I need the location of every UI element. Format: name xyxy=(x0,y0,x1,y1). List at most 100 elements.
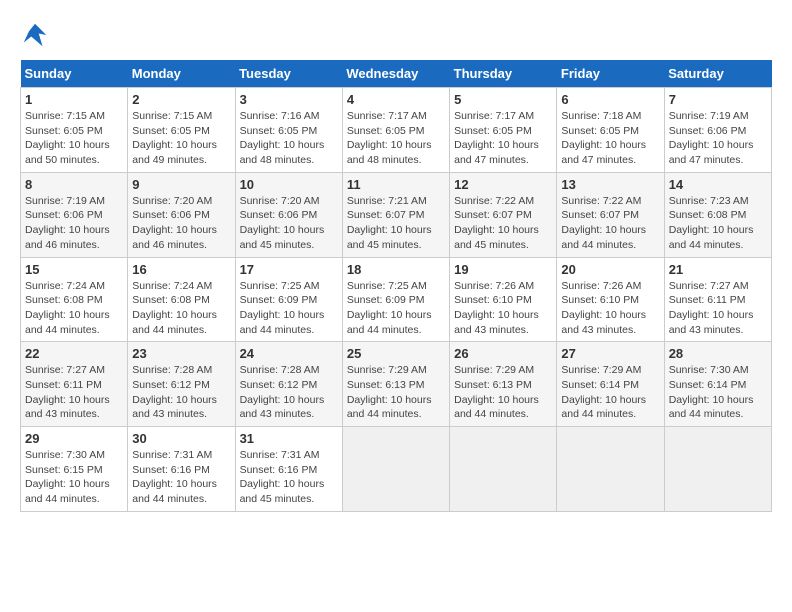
calendar-cell: 11 Sunrise: 7:21 AM Sunset: 6:07 PM Dayli… xyxy=(342,172,449,257)
column-header-friday: Friday xyxy=(557,60,664,88)
day-info: Sunrise: 7:19 AM Sunset: 6:06 PM Dayligh… xyxy=(25,194,123,253)
calendar-cell: 3 Sunrise: 7:16 AM Sunset: 6:05 PM Daylig… xyxy=(235,88,342,173)
day-info: Sunrise: 7:24 AM Sunset: 6:08 PM Dayligh… xyxy=(25,279,123,338)
calendar-cell: 23 Sunrise: 7:28 AM Sunset: 6:12 PM Dayli… xyxy=(128,342,235,427)
day-number: 4 xyxy=(347,92,445,107)
day-info: Sunrise: 7:25 AM Sunset: 6:09 PM Dayligh… xyxy=(347,279,445,338)
day-info: Sunrise: 7:24 AM Sunset: 6:08 PM Dayligh… xyxy=(132,279,230,338)
day-number: 5 xyxy=(454,92,552,107)
day-number: 31 xyxy=(240,431,338,446)
calendar-week-3: 15 Sunrise: 7:24 AM Sunset: 6:08 PM Dayli… xyxy=(21,257,772,342)
calendar-week-2: 8 Sunrise: 7:19 AM Sunset: 6:06 PM Daylig… xyxy=(21,172,772,257)
calendar-week-1: 1 Sunrise: 7:15 AM Sunset: 6:05 PM Daylig… xyxy=(21,88,772,173)
day-info: Sunrise: 7:15 AM Sunset: 6:05 PM Dayligh… xyxy=(25,109,123,168)
logo xyxy=(20,20,54,50)
calendar-cell: 9 Sunrise: 7:20 AM Sunset: 6:06 PM Daylig… xyxy=(128,172,235,257)
calendar-cell: 17Sunrise: 7:25 AM Sunset: 6:09 PM Dayli… xyxy=(235,257,342,342)
column-header-saturday: Saturday xyxy=(664,60,771,88)
day-info: Sunrise: 7:29 AM Sunset: 6:14 PM Dayligh… xyxy=(561,363,659,422)
day-number: 29 xyxy=(25,431,123,446)
day-number: 12 xyxy=(454,177,552,192)
calendar-cell: 28 Sunrise: 7:30 AM Sunset: 6:14 PM Dayli… xyxy=(664,342,771,427)
calendar-cell: 26Sunrise: 7:29 AM Sunset: 6:13 PM Dayli… xyxy=(450,342,557,427)
calendar-cell xyxy=(342,427,449,512)
calendar-cell: 16 Sunrise: 7:24 AM Sunset: 6:08 PM Dayli… xyxy=(128,257,235,342)
day-info: Sunrise: 7:17 AM Sunset: 6:05 PM Dayligh… xyxy=(454,109,552,168)
calendar-cell xyxy=(450,427,557,512)
day-number: 18 xyxy=(347,262,445,277)
day-info: Sunrise: 7:18 AM Sunset: 6:05 PM Dayligh… xyxy=(561,109,659,168)
day-info: Sunrise: 7:20 AM Sunset: 6:06 PM Dayligh… xyxy=(240,194,338,253)
day-number: 9 xyxy=(132,177,230,192)
day-number: 7 xyxy=(669,92,767,107)
calendar-cell: 5 Sunrise: 7:17 AM Sunset: 6:05 PM Daylig… xyxy=(450,88,557,173)
day-info: Sunrise: 7:29 AM Sunset: 6:13 PM Dayligh… xyxy=(454,363,552,422)
calendar-cell: 8 Sunrise: 7:19 AM Sunset: 6:06 PM Daylig… xyxy=(21,172,128,257)
calendar-cell: 30 Sunrise: 7:31 AM Sunset: 6:16 PM Dayli… xyxy=(128,427,235,512)
day-info: Sunrise: 7:17 AM Sunset: 6:05 PM Dayligh… xyxy=(347,109,445,168)
day-number: 23 xyxy=(132,346,230,361)
day-info: Sunrise: 7:30 AM Sunset: 6:15 PM Dayligh… xyxy=(25,448,123,507)
day-info: Sunrise: 7:28 AM Sunset: 6:12 PM Dayligh… xyxy=(132,363,230,422)
day-number: 1 xyxy=(25,92,123,107)
day-number: 13 xyxy=(561,177,659,192)
day-number: 30 xyxy=(132,431,230,446)
day-info: Sunrise: 7:15 AM Sunset: 6:05 PM Dayligh… xyxy=(132,109,230,168)
calendar-cell: 25 Sunrise: 7:29 AM Sunset: 6:13 PM Dayli… xyxy=(342,342,449,427)
calendar-table: SundayMondayTuesdayWednesdayThursdayFrid… xyxy=(20,60,772,512)
calendar-week-5: 29 Sunrise: 7:30 AM Sunset: 6:15 PM Dayli… xyxy=(21,427,772,512)
day-info: Sunrise: 7:29 AM Sunset: 6:13 PM Dayligh… xyxy=(347,363,445,422)
calendar-cell: 29 Sunrise: 7:30 AM Sunset: 6:15 PM Dayli… xyxy=(21,427,128,512)
calendar-cell: 31Sunrise: 7:31 AM Sunset: 6:16 PM Dayli… xyxy=(235,427,342,512)
day-number: 27 xyxy=(561,346,659,361)
day-number: 8 xyxy=(25,177,123,192)
calendar-cell: 6 Sunrise: 7:18 AM Sunset: 6:05 PM Daylig… xyxy=(557,88,664,173)
day-info: Sunrise: 7:21 AM Sunset: 6:07 PM Dayligh… xyxy=(347,194,445,253)
calendar-cell xyxy=(664,427,771,512)
day-info: Sunrise: 7:27 AM Sunset: 6:11 PM Dayligh… xyxy=(25,363,123,422)
day-number: 21 xyxy=(669,262,767,277)
column-header-tuesday: Tuesday xyxy=(235,60,342,88)
day-info: Sunrise: 7:19 AM Sunset: 6:06 PM Dayligh… xyxy=(669,109,767,168)
calendar-cell: 12Sunrise: 7:22 AM Sunset: 6:07 PM Dayli… xyxy=(450,172,557,257)
calendar-cell: 15 Sunrise: 7:24 AM Sunset: 6:08 PM Dayli… xyxy=(21,257,128,342)
day-number: 15 xyxy=(25,262,123,277)
calendar-cell: 14 Sunrise: 7:23 AM Sunset: 6:08 PM Dayli… xyxy=(664,172,771,257)
day-info: Sunrise: 7:26 AM Sunset: 6:10 PM Dayligh… xyxy=(454,279,552,338)
day-info: Sunrise: 7:26 AM Sunset: 6:10 PM Dayligh… xyxy=(561,279,659,338)
day-info: Sunrise: 7:16 AM Sunset: 6:05 PM Dayligh… xyxy=(240,109,338,168)
day-number: 17 xyxy=(240,262,338,277)
calendar-cell: 7 Sunrise: 7:19 AM Sunset: 6:06 PM Daylig… xyxy=(664,88,771,173)
day-number: 25 xyxy=(347,346,445,361)
day-number: 10 xyxy=(240,177,338,192)
day-number: 11 xyxy=(347,177,445,192)
day-info: Sunrise: 7:31 AM Sunset: 6:16 PM Dayligh… xyxy=(132,448,230,507)
day-number: 19 xyxy=(454,262,552,277)
calendar-cell: 27 Sunrise: 7:29 AM Sunset: 6:14 PM Dayli… xyxy=(557,342,664,427)
day-number: 14 xyxy=(669,177,767,192)
calendar-cell: 18 Sunrise: 7:25 AM Sunset: 6:09 PM Dayli… xyxy=(342,257,449,342)
day-number: 6 xyxy=(561,92,659,107)
day-info: Sunrise: 7:30 AM Sunset: 6:14 PM Dayligh… xyxy=(669,363,767,422)
day-info: Sunrise: 7:20 AM Sunset: 6:06 PM Dayligh… xyxy=(132,194,230,253)
calendar-cell: 2 Sunrise: 7:15 AM Sunset: 6:05 PM Daylig… xyxy=(128,88,235,173)
day-number: 22 xyxy=(25,346,123,361)
day-number: 2 xyxy=(132,92,230,107)
calendar-header-row: SundayMondayTuesdayWednesdayThursdayFrid… xyxy=(21,60,772,88)
calendar-week-4: 22 Sunrise: 7:27 AM Sunset: 6:11 PM Dayli… xyxy=(21,342,772,427)
day-info: Sunrise: 7:28 AM Sunset: 6:12 PM Dayligh… xyxy=(240,363,338,422)
calendar-cell: 24 Sunrise: 7:28 AM Sunset: 6:12 PM Dayli… xyxy=(235,342,342,427)
day-number: 16 xyxy=(132,262,230,277)
page-header xyxy=(20,20,772,50)
logo-icon xyxy=(20,20,50,50)
day-info: Sunrise: 7:23 AM Sunset: 6:08 PM Dayligh… xyxy=(669,194,767,253)
day-number: 20 xyxy=(561,262,659,277)
day-info: Sunrise: 7:27 AM Sunset: 6:11 PM Dayligh… xyxy=(669,279,767,338)
calendar-cell: 1 Sunrise: 7:15 AM Sunset: 6:05 PM Daylig… xyxy=(21,88,128,173)
day-number: 28 xyxy=(669,346,767,361)
column-header-monday: Monday xyxy=(128,60,235,88)
calendar-cell: 4 Sunrise: 7:17 AM Sunset: 6:05 PM Daylig… xyxy=(342,88,449,173)
day-number: 24 xyxy=(240,346,338,361)
calendar-cell: 20 Sunrise: 7:26 AM Sunset: 6:10 PM Dayli… xyxy=(557,257,664,342)
day-number: 3 xyxy=(240,92,338,107)
